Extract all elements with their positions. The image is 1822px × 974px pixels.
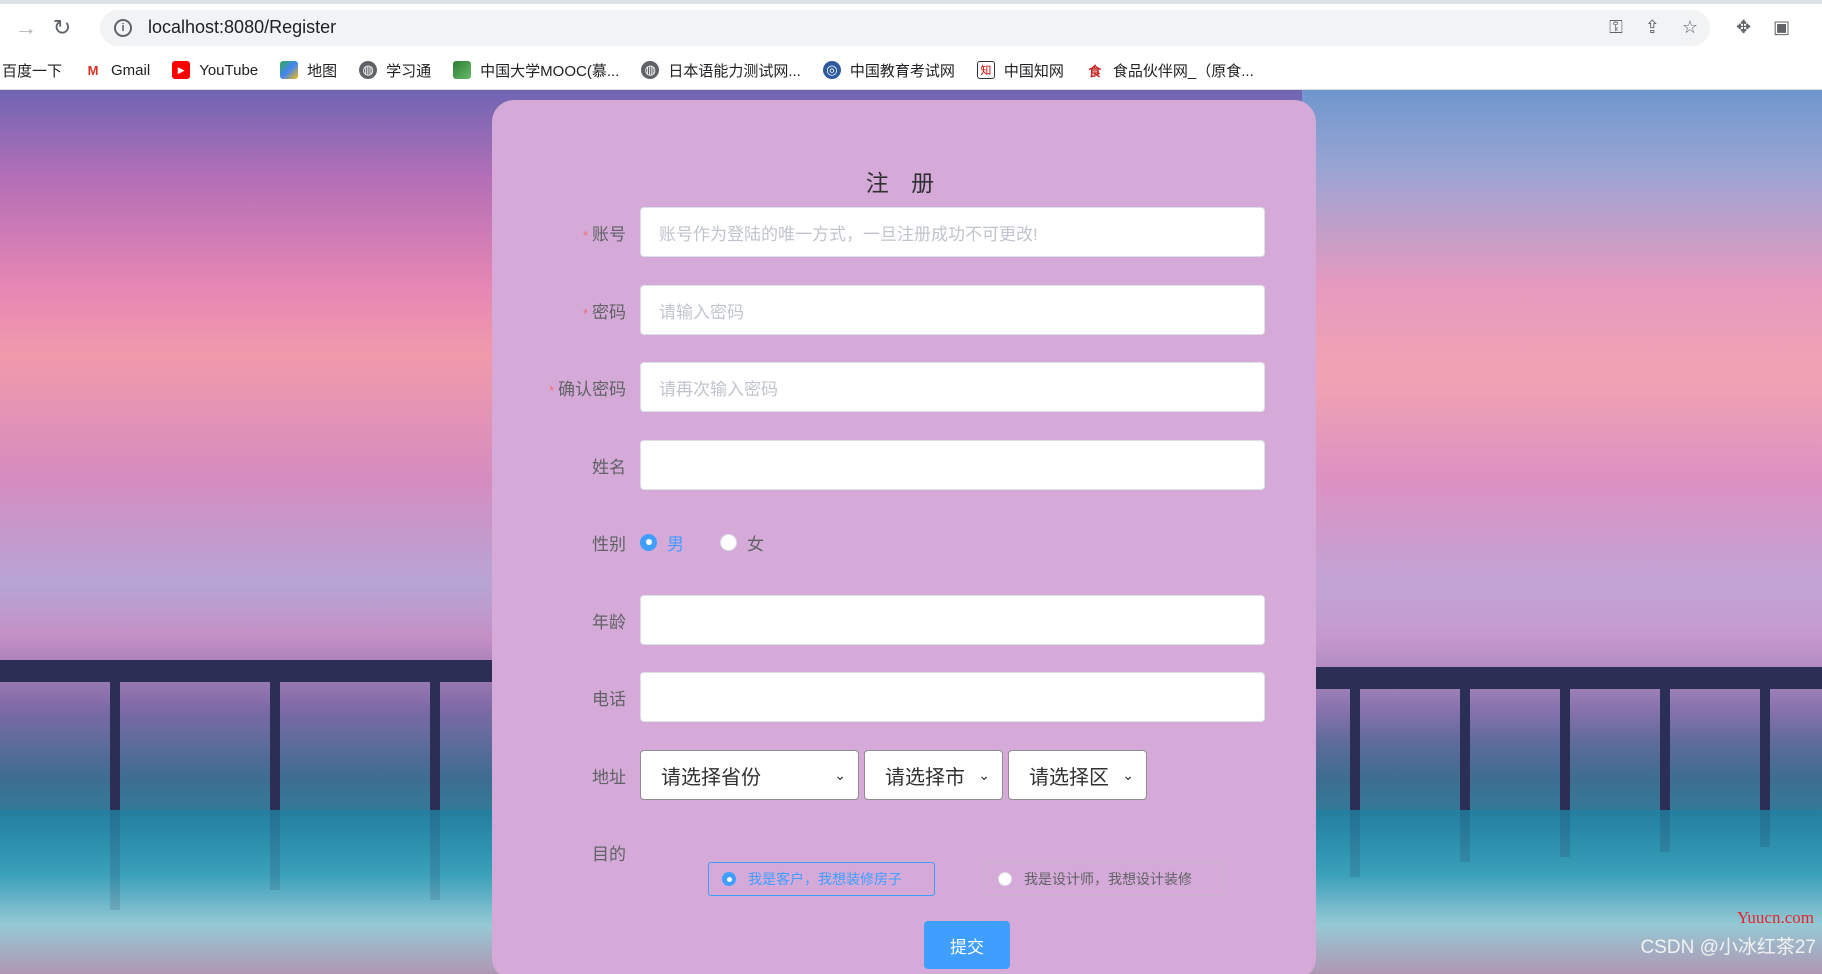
- age-label: 年龄: [592, 612, 626, 632]
- chevron-down-icon: ⌄: [834, 766, 846, 783]
- address-label: 地址: [592, 767, 626, 787]
- register-card: 注 册 * 账号 账号作为登陆的唯一方式，一旦注册成功不可更改! * 密码 请输入密…: [492, 100, 1316, 974]
- district-select[interactable]: 请选择区 ⌄: [1008, 750, 1147, 800]
- city-select[interactable]: 请选择市 ⌄: [864, 750, 1003, 800]
- mooc-icon: [453, 61, 472, 79]
- reload-icon[interactable]: ↻: [44, 10, 80, 46]
- chevron-down-icon: ⌄: [1122, 766, 1134, 783]
- bookmark-gmail[interactable]: M Gmail: [84, 61, 151, 79]
- password-input[interactable]: 请输入密码: [640, 285, 1265, 335]
- chevron-down-icon: ⌄: [978, 766, 990, 783]
- address-row: 地址 请选择省份 ⌄ 请选择市 ⌄ 请选择区 ⌄: [492, 750, 1316, 800]
- purpose-designer-radio[interactable]: 我是设计师，我想设计装修: [984, 862, 1224, 896]
- globe-icon: ◍: [359, 61, 378, 79]
- gender-row: 性别 男 女: [492, 517, 1316, 567]
- page-title: 注 册: [865, 170, 943, 196]
- bookmark-maps[interactable]: 地图: [280, 60, 337, 81]
- page-background: 注 册 * 账号 账号作为登陆的唯一方式，一旦注册成功不可更改! * 密码 请输入密…: [0, 90, 1822, 974]
- name-input[interactable]: [640, 440, 1265, 490]
- phone-input[interactable]: [640, 672, 1265, 722]
- bookmark-xuexitong[interactable]: ◍ 学习通: [359, 60, 431, 81]
- bookmarks-bar: 百度一下 M Gmail ▶ YouTube 地图 ◍ 学习通 中国大学MOOC(慕.…: [0, 51, 1822, 90]
- name-row: 姓名: [492, 440, 1316, 490]
- password-row: * 密码 请输入密码: [492, 285, 1316, 335]
- confirm-password-label: 确认密码: [558, 379, 626, 399]
- bookmark-foodmate[interactable]: 食食品伙伴网_（原食...: [1086, 60, 1253, 81]
- phone-label: 电话: [592, 689, 626, 709]
- bookmark-jlpt[interactable]: ◍ 日本语能力测试网...: [641, 60, 801, 81]
- password-label: 密码: [592, 302, 626, 322]
- name-label: 姓名: [592, 457, 626, 477]
- youtube-icon: ▶: [172, 61, 191, 79]
- site-watermark: Yuucn.com: [1737, 908, 1814, 927]
- browser-toolbar: → ↻ i localhost:8080/Register ⚿ ⇪ ☆ ✥ ▣: [0, 4, 1822, 51]
- side-panel-icon[interactable]: ▣: [1773, 17, 1790, 38]
- phone-row: 电话: [492, 672, 1316, 722]
- account-label: 账号: [592, 224, 626, 244]
- account-input[interactable]: 账号作为登陆的唯一方式，一旦注册成功不可更改!: [640, 207, 1265, 257]
- pier-right: [1302, 667, 1822, 689]
- pier-left: [0, 660, 492, 682]
- submit-button[interactable]: 提交: [924, 921, 1010, 969]
- gender-label: 性别: [592, 534, 626, 554]
- site-info-icon[interactable]: i: [114, 18, 132, 37]
- url-text[interactable]: localhost:8080/Register: [148, 17, 1609, 38]
- bookmark-youtube[interactable]: ▶ YouTube: [172, 61, 258, 79]
- extensions-icon[interactable]: ✥: [1736, 17, 1751, 38]
- neea-icon: ◎: [822, 61, 841, 79]
- gender-female-radio[interactable]: 女: [720, 530, 764, 555]
- globe-icon: ◍: [641, 61, 660, 79]
- maps-icon: [280, 61, 299, 79]
- bookmark-neea[interactable]: ◎ 中国教育考试网: [822, 60, 955, 81]
- account-row: * 账号 账号作为登陆的唯一方式，一旦注册成功不可更改!: [492, 207, 1316, 257]
- gender-male-radio[interactable]: 男: [640, 530, 684, 555]
- purpose-client-radio[interactable]: 我是客户，我想装修房子: [708, 862, 935, 896]
- confirm-password-row: * 确认密码 请再次输入密码: [492, 362, 1316, 412]
- gmail-icon: M: [87, 62, 99, 78]
- bookmark-mooc[interactable]: 中国大学MOOC(慕...: [453, 60, 619, 81]
- csdn-watermark: CSDN @小冰红茶27: [1640, 937, 1816, 958]
- food-icon: 食: [1088, 63, 1102, 79]
- key-icon[interactable]: ⚿: [1609, 17, 1623, 38]
- age-input[interactable]: [640, 595, 1265, 645]
- confirm-password-input[interactable]: 请再次输入密码: [640, 362, 1265, 412]
- bookmark-star-icon[interactable]: ☆: [1682, 17, 1698, 38]
- province-select[interactable]: 请选择省份 ⌄: [640, 750, 859, 800]
- bookmark-baidu[interactable]: 百度一下: [2, 60, 62, 81]
- bookmark-cnki[interactable]: 知中国知网: [976, 60, 1064, 81]
- share-icon[interactable]: ⇪: [1645, 17, 1660, 38]
- purpose-label: 目的: [592, 844, 626, 864]
- cnki-icon: 知: [976, 61, 995, 79]
- age-row: 年龄: [492, 595, 1316, 645]
- forward-icon[interactable]: →: [8, 10, 44, 46]
- address-bar[interactable]: i localhost:8080/Register ⚿ ⇪ ☆: [100, 9, 1710, 46]
